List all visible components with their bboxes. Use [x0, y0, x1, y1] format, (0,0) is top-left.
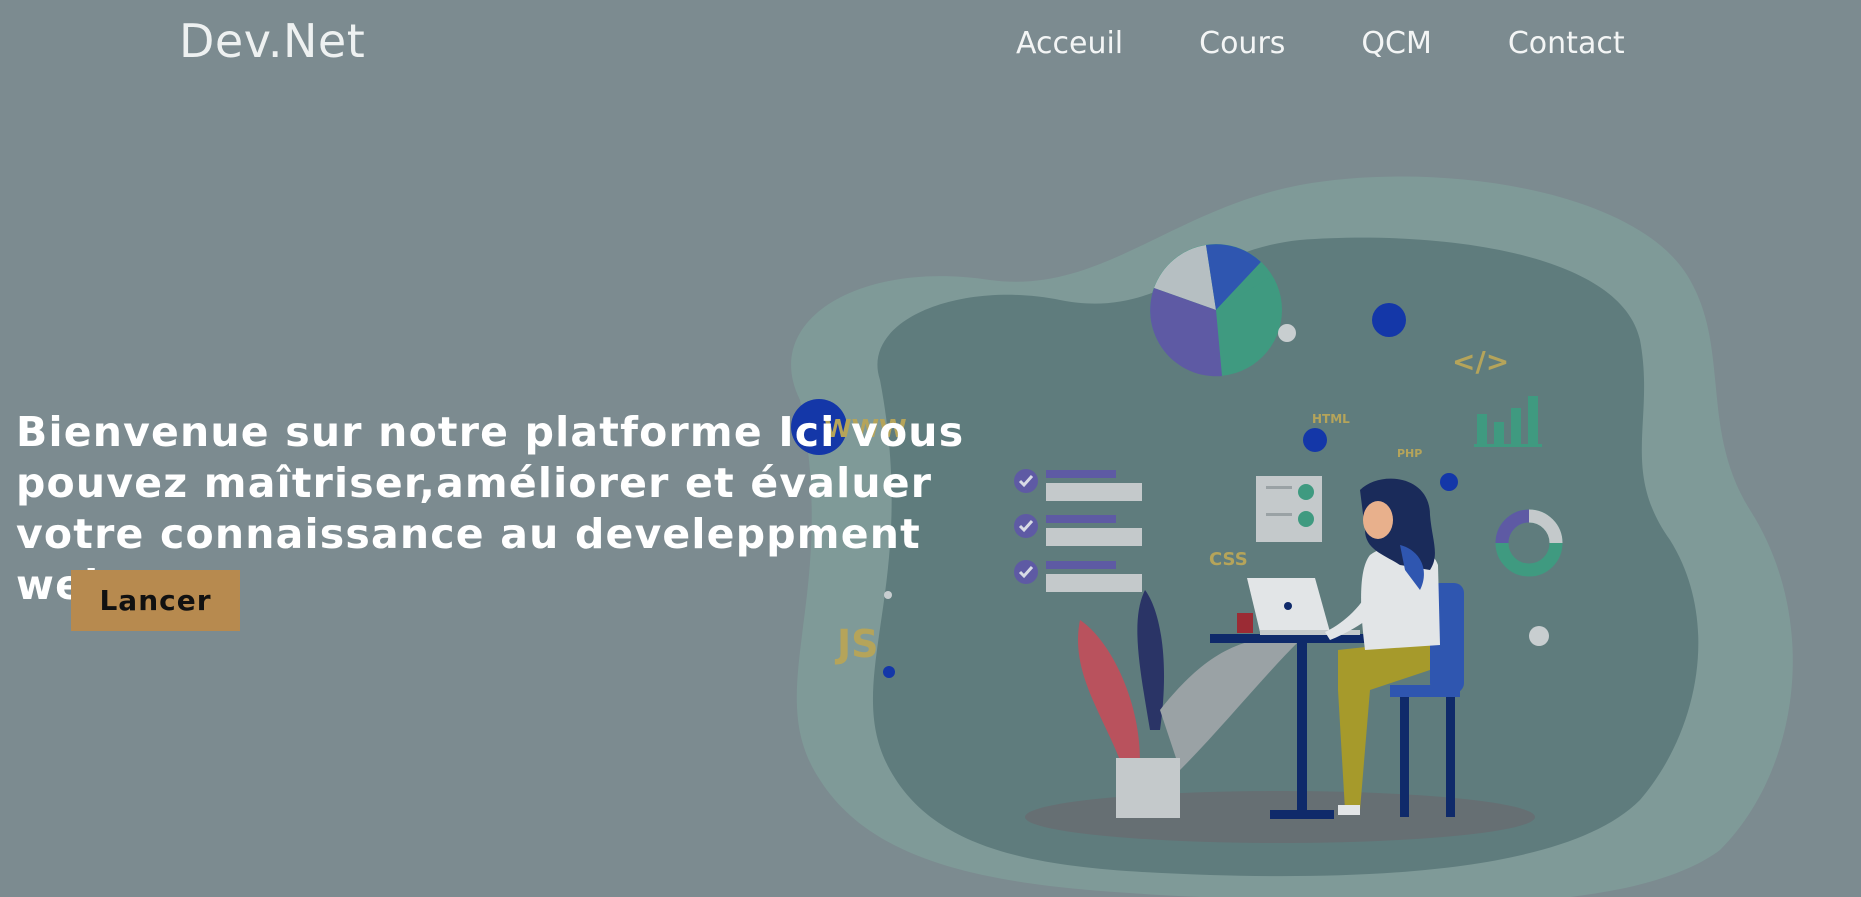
js-label: JS: [834, 622, 879, 666]
landing-page: WWW </> HTML PHP CSS JS Dev.Net Acceuil …: [0, 0, 1861, 897]
css-label: CSS: [1209, 549, 1248, 570]
html-label: HTML: [1312, 412, 1350, 426]
nav-link-qcm[interactable]: QCM: [1361, 26, 1431, 61]
dot-decoration: [1278, 324, 1296, 342]
top-navbar: Dev.Net Acceuil Cours QCM Contact: [0, 0, 1861, 90]
nav-link-contact[interactable]: Contact: [1508, 26, 1625, 61]
code-tag-label: </>: [1452, 345, 1509, 378]
nav-link-cours[interactable]: Cours: [1199, 26, 1285, 61]
nav-links: Acceuil Cours QCM Contact: [1016, 26, 1625, 61]
launch-button[interactable]: Lancer: [71, 570, 240, 631]
pie-chart-graphic: [1150, 244, 1282, 377]
dot-decoration: [1440, 473, 1458, 491]
dot-decoration: [1372, 303, 1406, 337]
dot-decoration: [1303, 428, 1327, 452]
site-logo[interactable]: Dev.Net: [179, 14, 365, 68]
php-label: PHP: [1397, 447, 1422, 460]
dot-decoration: [883, 666, 895, 678]
settings-card-graphic: [1256, 476, 1322, 542]
nav-link-acceuil[interactable]: Acceuil: [1016, 26, 1123, 61]
mug-graphic: [1237, 613, 1253, 633]
dot-decoration: [1529, 626, 1549, 646]
